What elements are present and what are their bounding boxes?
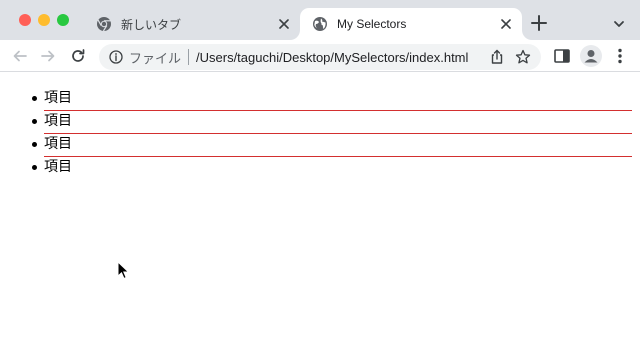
list-item: 項目 bbox=[32, 157, 632, 180]
arrow-right-icon bbox=[41, 50, 55, 62]
browser-toolbar: ファイル /Users/taguchi/Desktop/MySelectors/… bbox=[0, 40, 640, 72]
item-list: 項目 項目 項目 項目 bbox=[32, 88, 632, 180]
share-icon[interactable] bbox=[489, 49, 505, 65]
tab-strip: 新しいタブ My Selectors bbox=[0, 0, 640, 40]
chrome-icon bbox=[97, 17, 111, 32]
list-item: 項目 bbox=[32, 88, 632, 111]
close-window-button[interactable] bbox=[19, 14, 31, 26]
bookmark-star-icon[interactable] bbox=[515, 49, 531, 65]
forward-button[interactable] bbox=[38, 46, 58, 66]
tab-my-selectors[interactable]: My Selectors bbox=[300, 8, 522, 40]
minimize-window-button[interactable] bbox=[38, 14, 50, 26]
new-tab-button[interactable] bbox=[530, 14, 548, 32]
arrow-left-icon bbox=[13, 50, 27, 62]
close-tab-button[interactable] bbox=[498, 16, 514, 32]
reload-icon bbox=[72, 49, 85, 62]
globe-icon bbox=[313, 17, 327, 31]
list-item: 項目 bbox=[32, 134, 632, 157]
profile-avatar-button[interactable] bbox=[580, 45, 602, 67]
person-icon bbox=[584, 50, 598, 63]
info-icon[interactable] bbox=[109, 50, 123, 64]
side-panel-button[interactable] bbox=[552, 46, 572, 66]
page-content: 項目 項目 項目 項目 bbox=[0, 72, 640, 360]
list-item: 項目 bbox=[32, 111, 632, 134]
mouse-pointer-icon bbox=[117, 261, 130, 280]
more-menu-button[interactable] bbox=[612, 46, 628, 66]
tab-title: My Selectors bbox=[337, 17, 407, 31]
tab-title: 新しいタブ bbox=[121, 17, 182, 32]
close-icon bbox=[279, 19, 289, 29]
reload-button[interactable] bbox=[68, 46, 88, 66]
zoom-window-button[interactable] bbox=[57, 14, 69, 26]
tab-new-tab[interactable]: 新しいタブ bbox=[86, 8, 300, 40]
close-icon bbox=[501, 19, 511, 29]
address-divider bbox=[188, 49, 190, 65]
tab-search-chevron-icon[interactable] bbox=[610, 15, 628, 33]
file-scheme-chip: ファイル bbox=[129, 50, 182, 66]
back-button[interactable] bbox=[10, 46, 30, 66]
address-bar[interactable]: ファイル /Users/taguchi/Desktop/MySelectors/… bbox=[99, 44, 541, 70]
